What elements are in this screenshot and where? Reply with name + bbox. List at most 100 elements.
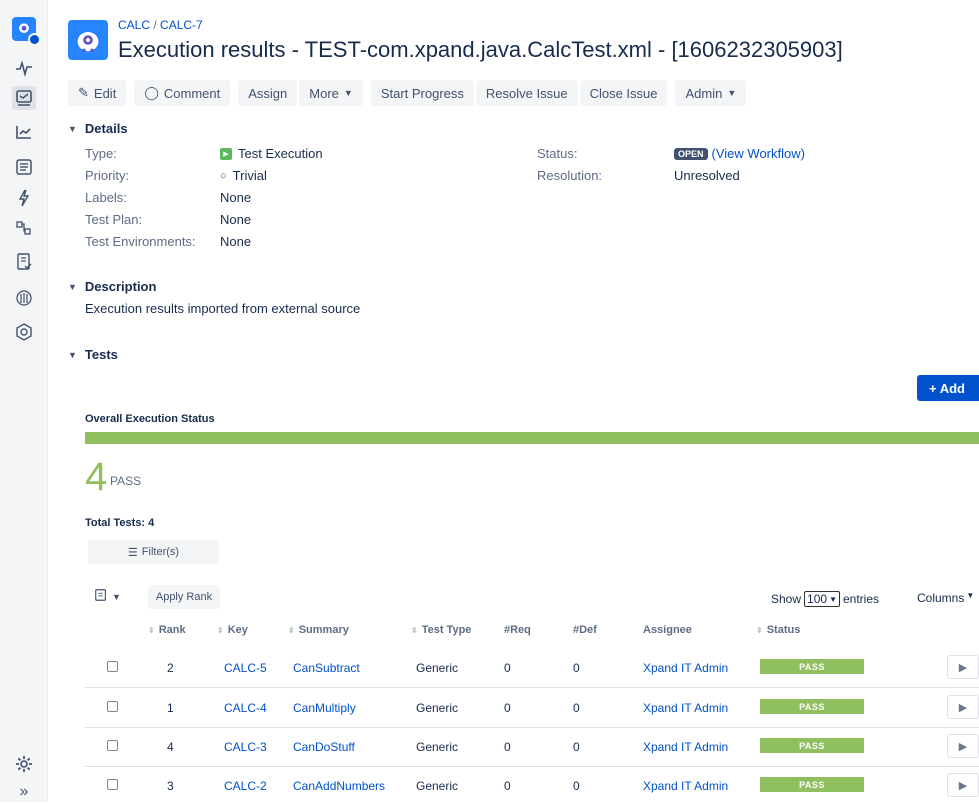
comment-button[interactable]: ◯ Comment [134, 80, 231, 106]
column-header-test-type[interactable]: ⬍ Test Type [411, 624, 471, 636]
chevron-down-icon: ▼ [112, 591, 121, 602]
breadcrumb-issue-link[interactable]: CALC-7 [160, 18, 203, 32]
column-header-req: #Req [504, 624, 531, 636]
test-environments-label: Test Environments: [85, 234, 196, 249]
row-key-link[interactable]: CALC-4 [224, 701, 267, 715]
status-value: OPEN (View Workflow) [674, 146, 805, 161]
sort-icon: ⬍ [411, 625, 418, 635]
play-icon: ▶ [958, 740, 968, 753]
row-rank: 2 [167, 661, 174, 675]
row-summary-link[interactable]: CanDoStuff [293, 740, 355, 754]
row-assignee-link[interactable]: Xpand IT Admin [643, 661, 728, 675]
row-rank: 3 [167, 779, 174, 793]
workflow-paren-close: ) [800, 146, 805, 161]
board-icon[interactable] [12, 86, 36, 110]
status-badge: PASS [760, 659, 864, 674]
row-key-link[interactable]: CALC-3 [224, 740, 267, 754]
sort-icon: ⬍ [756, 625, 763, 635]
row-summary-link[interactable]: CanMultiply [293, 701, 356, 715]
execute-test-button[interactable]: ▶ [947, 773, 979, 797]
breadcrumb-project-link[interactable]: CALC [118, 18, 150, 32]
entries-select[interactable]: 100 ▼ [804, 591, 840, 607]
description-heading: Description [84, 279, 157, 294]
details-section-toggle[interactable]: ▼ Details [68, 121, 128, 136]
status-badge: PASS [760, 777, 864, 792]
status-badge: PASS [760, 699, 864, 714]
add-tests-button[interactable]: + Add [917, 375, 979, 401]
releases-icon[interactable] [12, 186, 36, 210]
row-def: 0 [573, 661, 580, 675]
more-button[interactable]: More ▼ [299, 80, 363, 106]
assign-button[interactable]: Assign [238, 80, 298, 106]
row-summary-link[interactable]: CanSubtract [293, 661, 360, 675]
table-row: 4 CALC-3 CanDoStuff Generic 0 0 Xpand IT… [85, 727, 979, 767]
reports-icon[interactable] [12, 120, 36, 144]
admin-button-label: Admin [685, 85, 723, 101]
columns-dropdown[interactable]: Columns ▼ [917, 591, 974, 605]
admin-button[interactable]: Admin ▼ [675, 80, 747, 106]
repository-icon[interactable] [12, 286, 36, 310]
column-header-rank-label: Rank [158, 624, 186, 636]
row-summary-link[interactable]: CanAddNumbers [293, 779, 385, 793]
close-issue-button[interactable]: Close Issue [579, 80, 668, 106]
row-checkbox[interactable] [107, 779, 118, 790]
row-key-link[interactable]: CALC-2 [224, 779, 267, 793]
column-header-rank[interactable]: ⬍ Rank [148, 624, 186, 636]
hexagon-settings-icon[interactable] [12, 320, 36, 344]
sort-icon: ⬍ [148, 625, 155, 635]
execute-test-button[interactable]: ▶ [947, 655, 979, 679]
table-view-icon [94, 588, 108, 605]
edit-button[interactable]: ✎ Edit [68, 80, 127, 106]
execute-test-button[interactable]: ▶ [947, 695, 979, 719]
table-view-dropdown[interactable]: ▼ [94, 588, 121, 605]
page-title: Execution results - TEST-com.xpand.java.… [118, 37, 843, 62]
column-header-summary[interactable]: ⬍ Summary [288, 624, 349, 636]
description-section-toggle[interactable]: ▼ Description [68, 279, 156, 294]
expand-sidebar-icon[interactable]: » [12, 780, 36, 804]
row-test-type: Generic [416, 779, 459, 793]
column-header-assignee: Assignee [643, 624, 692, 636]
row-test-type: Generic [416, 740, 459, 754]
row-assignee-link[interactable]: Xpand IT Admin [643, 701, 728, 715]
table-row: 3 CALC-2 CanAddNumbers Generic 0 0 Xpand… [85, 766, 979, 802]
filters-button-label: Filter(s) [141, 546, 180, 558]
row-checkbox[interactable] [107, 701, 118, 712]
pass-count-label: PASS [110, 474, 142, 488]
start-progress-button[interactable]: Start Progress [370, 80, 474, 106]
column-header-key-label: Key [227, 624, 248, 636]
column-header-key[interactable]: ⬍ Key [217, 624, 248, 636]
row-checkbox[interactable] [107, 661, 118, 672]
show-label: Show [771, 592, 802, 606]
edit-button-label: Edit [93, 85, 117, 101]
table-row: 1 CALC-4 CanMultiply Generic 0 0 Xpand I… [85, 688, 979, 728]
project-sidebar: » [0, 0, 48, 802]
project-settings-gear-icon[interactable] [12, 752, 36, 776]
row-assignee-link[interactable]: Xpand IT Admin [643, 779, 728, 793]
execute-test-button[interactable]: ▶ [947, 734, 979, 758]
row-req: 0 [504, 740, 511, 754]
pulse-icon[interactable] [12, 56, 36, 80]
tests-section-toggle[interactable]: ▼ Tests [68, 347, 118, 362]
apply-rank-button[interactable]: Apply Rank [148, 585, 220, 609]
row-assignee-link[interactable]: Xpand IT Admin [643, 740, 728, 754]
view-workflow-link[interactable]: View Workflow [716, 146, 801, 161]
test-plan-icon[interactable] [12, 250, 36, 274]
description-text: Execution results imported from external… [85, 301, 361, 316]
column-header-status[interactable]: ⬍ Status [756, 624, 800, 636]
resolve-issue-button[interactable]: Resolve Issue [475, 80, 578, 106]
priority-value: ○ Trivial [220, 168, 267, 183]
components-icon[interactable] [12, 217, 36, 241]
column-header-status-label: Status [766, 624, 801, 636]
entries-control: Show 100 ▼ entries [771, 591, 879, 607]
type-label: Type: [85, 146, 117, 161]
sort-icon: ⬍ [217, 625, 224, 635]
chevron-down-icon: ▼ [68, 281, 77, 292]
issues-list-icon[interactable] [12, 155, 36, 179]
filters-button[interactable]: ☰ Filter(s) [88, 540, 219, 564]
row-def: 0 [573, 779, 580, 793]
row-key-link[interactable]: CALC-5 [224, 661, 267, 675]
total-tests-label: Total Tests: 4 [85, 517, 155, 529]
project-avatar-icon[interactable] [12, 17, 41, 46]
row-checkbox[interactable] [107, 740, 118, 751]
labels-value: None [220, 190, 252, 205]
